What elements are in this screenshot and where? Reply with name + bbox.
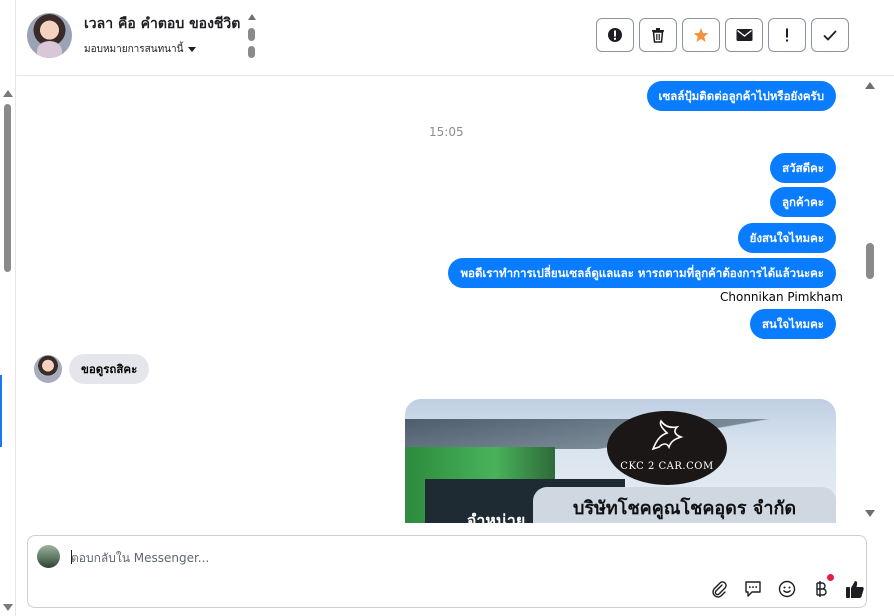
like-icon xyxy=(846,581,864,598)
name-scrollbar[interactable] xyxy=(247,14,257,58)
page-avatar xyxy=(37,545,60,568)
conversation-toolbar xyxy=(596,18,849,52)
baht-payment-icon xyxy=(816,581,827,597)
mark-unread-button[interactable] xyxy=(725,18,763,52)
contact-avatar-small[interactable] xyxy=(34,355,62,383)
company-name: บริษัทโชคคูณโชคอุดร จํากัด xyxy=(572,498,797,519)
paperclip-icon xyxy=(712,581,727,598)
scroll-up-arrow-icon[interactable] xyxy=(248,14,256,20)
dealer-logo: CKC 2 CAR.COM xyxy=(607,411,727,485)
mark-done-button[interactable] xyxy=(811,18,849,52)
scroll-thumb[interactable] xyxy=(866,243,874,279)
check-icon xyxy=(823,30,837,41)
scroll-down-arrow-icon[interactable] xyxy=(865,510,875,517)
saved-replies-button[interactable] xyxy=(742,578,764,600)
emoji-button[interactable] xyxy=(776,578,798,600)
pegasus-logo-icon xyxy=(651,419,684,451)
scroll-thumb-lower[interactable] xyxy=(248,46,255,58)
scroll-up-arrow-icon[interactable] xyxy=(3,90,13,97)
outgoing-message[interactable]: เซลล์ปุ้มติดต่อลูกค้าไปหรือยังครับ xyxy=(646,81,836,111)
chevron-down-icon xyxy=(188,46,197,52)
scroll-thumb[interactable] xyxy=(4,104,11,272)
payment-button[interactable] xyxy=(810,574,834,600)
incoming-message[interactable]: ขอดูรถสิคะ xyxy=(69,354,150,384)
company-banner: บริษัทโชคคูณโชคอุดร จํากัด xyxy=(533,487,836,523)
reply-input[interactable]: ตอบกลับใน Messenger... xyxy=(71,549,771,568)
flag-important-button[interactable] xyxy=(768,18,806,52)
outgoing-message[interactable]: ลูกค้าคะ xyxy=(769,187,836,217)
star-button[interactable] xyxy=(682,18,720,52)
assign-label: มอบหมายการสนทนานี้ xyxy=(84,44,184,55)
report-button[interactable] xyxy=(596,18,634,52)
active-conversation-indicator xyxy=(0,375,2,447)
left-scrollbar[interactable] xyxy=(0,0,16,616)
outgoing-message[interactable]: ยังสนใจไหมคะ xyxy=(737,223,836,253)
composer-actions xyxy=(708,574,866,600)
logo-text: CKC 2 CAR.COM xyxy=(620,461,714,472)
shared-image-attachment[interactable]: CKC 2 CAR.COM บริษัทโชคคูณโชคอุดร จํากัด… xyxy=(405,399,836,523)
shop-sign-text: จําหน่าย xyxy=(467,511,526,523)
notification-dot xyxy=(827,574,834,581)
messages-scrollbar[interactable] xyxy=(860,77,878,522)
message-timestamp: 15:05 xyxy=(429,125,464,139)
scroll-thumb[interactable] xyxy=(248,28,255,41)
outgoing-message[interactable]: สวัสดีคะ xyxy=(770,153,836,183)
sender-name: Chonnikan Pimkham xyxy=(720,290,843,304)
scroll-down-arrow-icon[interactable] xyxy=(3,604,13,611)
alert-circle-icon xyxy=(608,28,622,42)
outgoing-message[interactable]: พอดีเราทําการเปลี่ยนเซลล์ดูแลและ หารถตาม… xyxy=(448,258,836,288)
delete-button[interactable] xyxy=(639,18,677,52)
messenger-inbox-window: เวลา คือ คําตอบ ของชีวิต มอบหมายการสนทนา… xyxy=(0,0,894,616)
contact-avatar[interactable] xyxy=(27,13,72,58)
like-button[interactable] xyxy=(844,578,866,600)
contact-name[interactable]: เวลา คือ คําตอบ ของชีวิต xyxy=(84,13,244,35)
outgoing-message[interactable]: สนใจไหมคะ xyxy=(749,309,836,339)
trash-icon xyxy=(652,28,664,43)
envelope-icon xyxy=(736,29,752,41)
emoji-icon xyxy=(778,580,796,598)
saved-replies-icon xyxy=(745,581,761,597)
conversation-header: เวลา คือ คําตอบ ของชีวิต มอบหมายการสนทนา… xyxy=(17,0,894,76)
attach-button[interactable] xyxy=(708,578,730,600)
assign-conversation-dropdown[interactable]: มอบหมายการสนทนานี้ xyxy=(84,42,197,57)
star-icon xyxy=(693,28,709,42)
scroll-up-arrow-icon[interactable] xyxy=(865,82,875,89)
reply-composer: ตอบกลับใน Messenger... xyxy=(27,535,867,608)
exclamation-icon xyxy=(786,28,788,42)
